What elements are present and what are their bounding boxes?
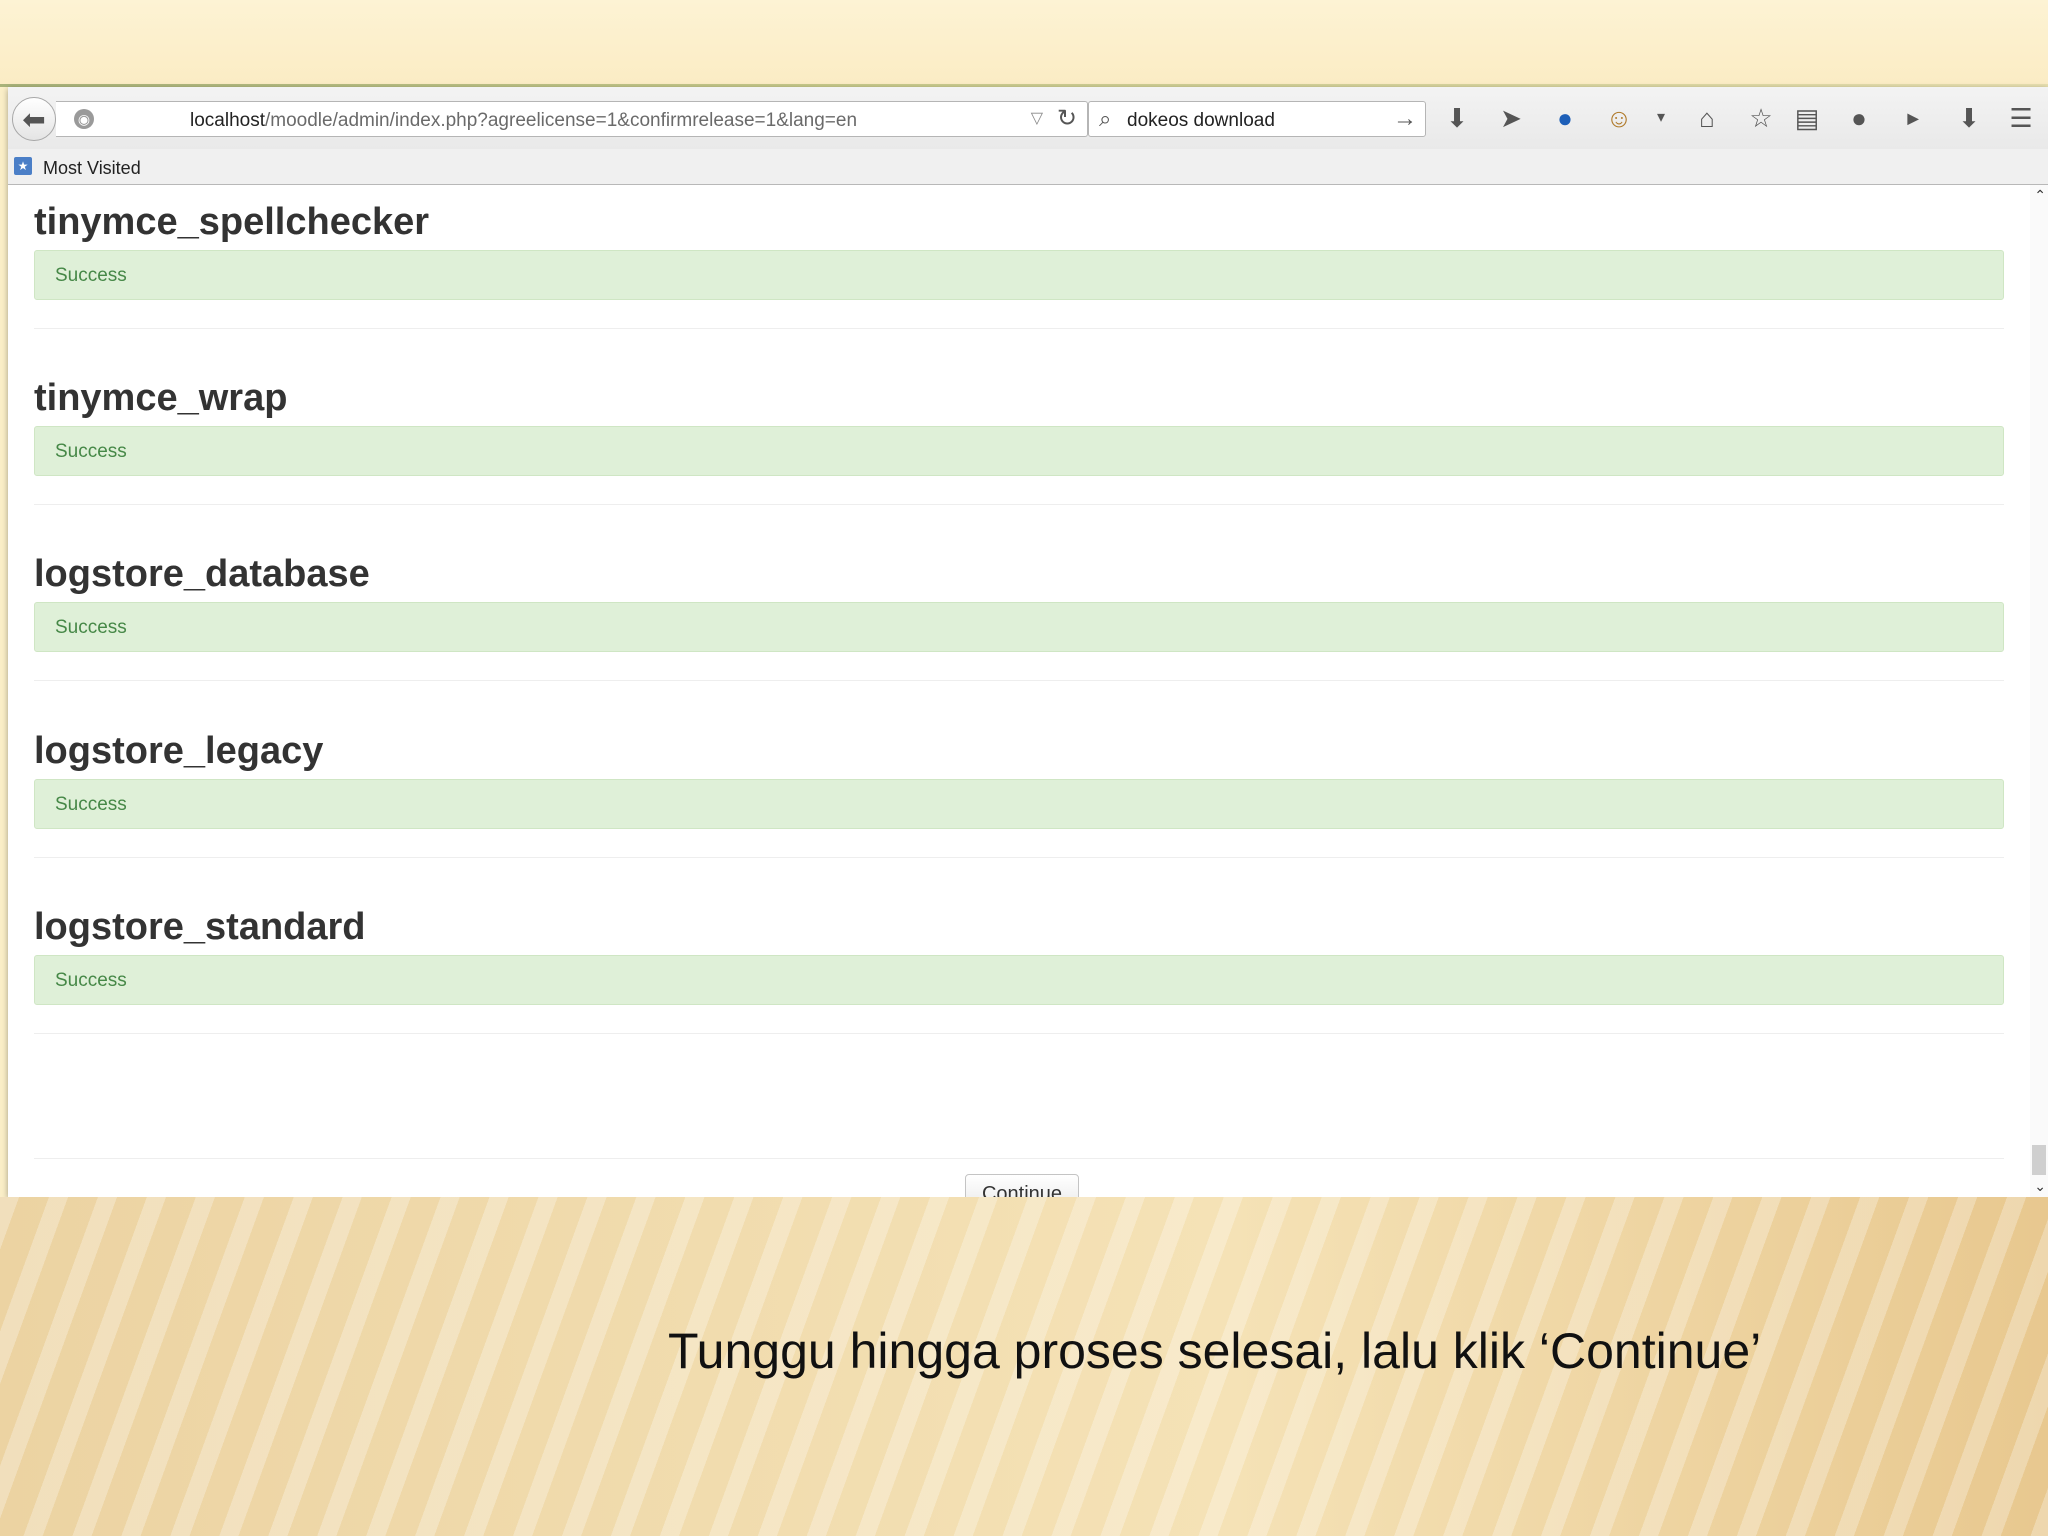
section-title: logstore_standard [34, 906, 366, 948]
status-text: Success [55, 970, 127, 991]
section-divider [34, 504, 2004, 505]
plugin-section: logstore_database Success [34, 553, 2004, 681]
chat-icon[interactable]: ● [1842, 101, 1876, 135]
scroll-down-icon[interactable]: ⌄ [2034, 1178, 2046, 1195]
slide-top-band [0, 0, 2048, 86]
back-button[interactable]: ⬅ [12, 97, 56, 141]
section-divider [34, 857, 2004, 858]
status-text: Success [55, 617, 127, 638]
success-alert: Success [34, 779, 2004, 829]
bookmark-most-visited[interactable]: Most Visited [43, 158, 141, 179]
reading-list-icon[interactable]: ▤ [1790, 101, 1824, 135]
page-content: tinymce_spellchecker Success tinymce_wra… [8, 185, 2048, 1197]
bottom-divider [34, 1158, 2004, 1159]
status-text: Success [55, 794, 127, 815]
sync-icon[interactable]: ● [1548, 101, 1582, 135]
download-icon[interactable]: ⬇ [1440, 101, 1474, 135]
vertical-scrollbar[interactable]: ⌃ ⌄ [2030, 185, 2048, 1197]
plugin-section: logstore_legacy Success [34, 730, 2004, 858]
plugin-section: tinymce_wrap Success [34, 377, 2004, 505]
section-title: logstore_database [34, 553, 370, 595]
url-history-dropdown-icon[interactable]: ▽ [1031, 108, 1043, 128]
section-title: tinymce_wrap [34, 377, 288, 419]
search-icon: ⌕ [1099, 106, 1112, 131]
bookmarks-toolbar: ★ Most Visited [8, 149, 2048, 185]
youtube-icon[interactable]: ▶ [1896, 101, 1930, 135]
url-host: localhost [190, 110, 265, 131]
browser-window: ◉ localhost/moodle/admin/index.php?agree… [8, 87, 2048, 1197]
url-bar[interactable]: ◉ localhost/moodle/admin/index.php?agree… [56, 101, 1088, 137]
plugin-section: logstore_standard Success [34, 906, 2004, 1034]
section-title: tinymce_spellchecker [34, 201, 430, 243]
section-divider [34, 1033, 2004, 1034]
scroll-up-icon[interactable]: ⌃ [2034, 187, 2046, 204]
search-bar[interactable]: ⌕ dokeos download → [1088, 101, 1426, 137]
monkey-icon[interactable]: ☺ [1602, 101, 1636, 135]
home-icon[interactable]: ⌂ [1690, 101, 1724, 135]
success-alert: Success [34, 955, 2004, 1005]
section-title: logstore_legacy [34, 730, 324, 772]
status-text: Success [55, 441, 127, 462]
save-icon[interactable]: ⬇ [1952, 101, 1986, 135]
scroll-thumb[interactable] [2032, 1145, 2046, 1175]
menu-icon[interactable]: ☰ [2004, 101, 2038, 135]
star-icon[interactable]: ☆ [1744, 101, 1778, 135]
success-alert: Success [34, 250, 2004, 300]
navigation-toolbar: ◉ localhost/moodle/admin/index.php?agree… [8, 87, 2048, 149]
site-identity-icon[interactable]: ◉ [74, 109, 94, 129]
search-go-icon[interactable]: → [1393, 105, 1417, 133]
section-divider [34, 328, 2004, 329]
url-text[interactable]: localhost/moodle/admin/index.php?agreeli… [190, 110, 857, 132]
success-alert: Success [34, 602, 2004, 652]
url-path: /moodle/admin/index.php?agreelicense=1&c… [265, 110, 858, 131]
section-divider [34, 680, 2004, 681]
success-alert: Success [34, 426, 2004, 476]
status-text: Success [55, 265, 127, 286]
continue-button[interactable]: Continue [965, 1174, 1079, 1197]
slide-caption: Tunggu hingga proses selesai, lalu klik … [668, 1323, 1762, 1379]
back-arrow-icon: ⬅ [22, 103, 46, 135]
send-icon[interactable]: ➤ [1494, 101, 1528, 135]
dropdown-icon[interactable]: ▾ [1644, 101, 1678, 135]
plugin-section: tinymce_spellchecker Success [34, 201, 2004, 329]
bookmark-folder-icon: ★ [14, 157, 32, 175]
reload-icon[interactable]: ↻ [1057, 104, 1077, 133]
search-input[interactable]: dokeos download [1127, 110, 1275, 132]
